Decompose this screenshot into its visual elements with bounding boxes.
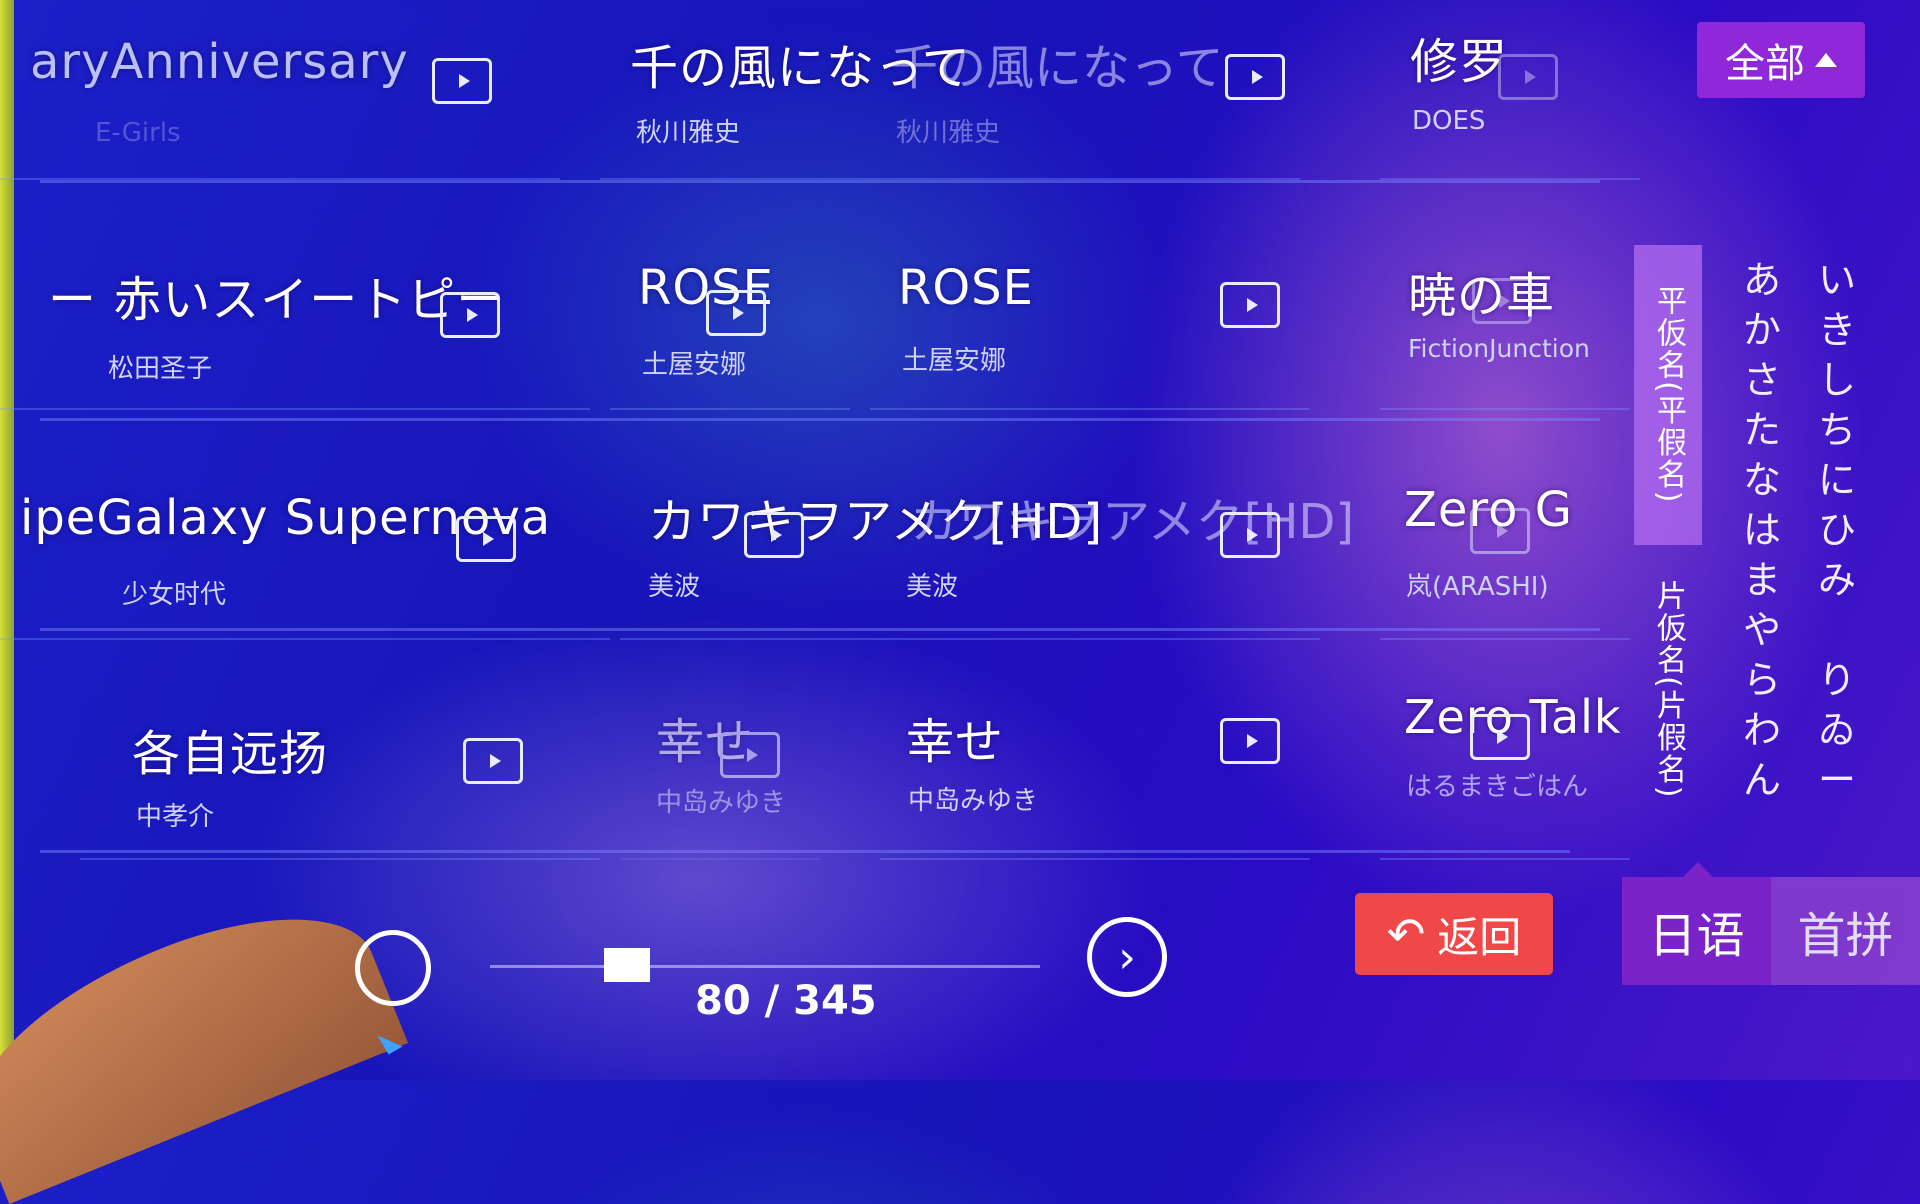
kana-index-item[interactable]: ん — [1743, 755, 1781, 805]
tab-katakana[interactable]: 片仮名(片假名) — [1634, 560, 1702, 820]
play-icon[interactable] — [1220, 282, 1280, 328]
kana-index-item[interactable]: ら — [1743, 655, 1781, 705]
row-divider — [40, 418, 1600, 421]
play-icon[interactable] — [1220, 718, 1280, 764]
song-artist-reflection: 秋川雅史 — [896, 118, 1001, 148]
kana-index-item[interactable]: さ — [1743, 355, 1781, 405]
tab-initials[interactable]: 首拼 — [1771, 877, 1920, 985]
song-card[interactable]: 各自远扬 中孝介 — [80, 680, 600, 860]
kana-index-item[interactable]: き — [1818, 305, 1856, 355]
song-artist: 土屋安娜 — [902, 346, 1007, 376]
song-card[interactable]: aryAnniversary E-Girls — [0, 0, 560, 180]
song-title: 修罗 — [1410, 34, 1509, 90]
song-artist: FictionJunction — [1408, 334, 1590, 363]
tab-pointer — [1683, 862, 1713, 877]
song-title: ROSE — [898, 260, 1034, 316]
mode-tabs: 日语 首拼 — [1622, 877, 1920, 985]
play-icon[interactable] — [744, 512, 804, 558]
song-title: 幸せ — [906, 714, 1005, 770]
song-artist: はるまきごはん — [1406, 772, 1589, 802]
song-card[interactable]: 幸せ 中岛みゆき — [880, 680, 1310, 860]
page-slider-thumb[interactable] — [604, 948, 650, 982]
song-artist: 中岛みゆき — [656, 788, 787, 818]
song-card[interactable]: 幸せ 中岛みゆき — [620, 680, 820, 860]
song-card[interactable]: Zero G 岚(ARASHI) — [1380, 460, 1630, 640]
song-artist: 松田圣子 — [108, 354, 213, 384]
kana-index-item[interactable]: い — [1818, 255, 1856, 305]
chevron-right-icon: › — [1118, 931, 1136, 983]
song-card[interactable]: 修罗 DOES — [1380, 0, 1640, 180]
kana-index-item[interactable]: り — [1818, 655, 1856, 705]
play-icon[interactable] — [720, 732, 780, 778]
triangle-up-icon — [1815, 53, 1837, 67]
kana-index-item[interactable]: は — [1743, 505, 1781, 555]
song-artist: 少女时代 — [122, 580, 227, 610]
song-artist: 美波 — [906, 572, 959, 602]
song-artist: E-Girls — [95, 118, 181, 148]
play-icon[interactable] — [440, 292, 500, 338]
song-artist: DOES — [1412, 106, 1486, 136]
play-icon[interactable] — [432, 58, 492, 104]
return-arrow-icon: ↶ — [1386, 907, 1426, 961]
kana-index-item[interactable]: わ — [1743, 705, 1781, 755]
play-icon[interactable] — [1472, 278, 1532, 324]
song-card[interactable]: ROSE 土屋安娜 — [870, 230, 1310, 410]
kana-index-item[interactable]: に — [1818, 455, 1856, 505]
song-card[interactable]: 暁の車 FictionJunction — [1380, 230, 1630, 410]
back-button[interactable]: ↶ 返回 — [1355, 893, 1553, 975]
page-indicator: 80 / 345 — [695, 978, 877, 1024]
play-icon[interactable] — [456, 516, 516, 562]
song-card[interactable]: 千の風になって 千の風になって 秋川雅史 秋川雅史 — [600, 0, 1300, 180]
play-icon[interactable] — [1470, 714, 1530, 760]
kana-index-item[interactable]: た — [1743, 405, 1781, 455]
song-card[interactable]: Zero Talk はるまきごはん — [1380, 680, 1630, 860]
kana-index-item[interactable] — [1831, 605, 1843, 655]
tab-hiragana[interactable]: 平仮名(平假名) — [1634, 245, 1702, 545]
song-artist: 秋川雅史 — [636, 118, 741, 148]
song-artist: 中岛みゆき — [908, 786, 1039, 816]
play-icon[interactable] — [1470, 508, 1530, 554]
play-icon[interactable] — [1225, 54, 1285, 100]
kana-index-item[interactable]: あ — [1743, 255, 1781, 305]
prev-page-button[interactable] — [355, 930, 431, 1006]
kana-index-item[interactable]: ゐ — [1818, 705, 1856, 755]
kana-index-item[interactable]: か — [1743, 305, 1781, 355]
song-title: ー 赤いスイートピー — [48, 272, 506, 328]
row-divider — [40, 180, 1600, 183]
song-title-reflection: カワキヲアメク[HD] — [910, 494, 1355, 550]
song-card[interactable]: カワキヲアメク[HD] カワキヲアメク[HD] 美波 美波 — [620, 460, 1354, 640]
song-title: aryAnniversary — [30, 34, 409, 90]
kana-index-item[interactable]: し — [1818, 355, 1856, 405]
tab-japanese[interactable]: 日语 — [1622, 877, 1771, 985]
song-card[interactable]: ipeGalaxy Supernova 少女时代 — [0, 460, 610, 640]
play-icon[interactable] — [1220, 512, 1280, 558]
kana-column: いきしちにひみ りゐー — [1810, 255, 1864, 805]
kana-index-item[interactable]: ー — [1818, 755, 1856, 805]
page-slider-track[interactable] — [490, 965, 1040, 968]
kana-index-item[interactable]: ま — [1743, 555, 1781, 605]
song-artist: 岚(ARASHI) — [1406, 572, 1549, 602]
song-title: 各自远扬 — [132, 726, 329, 782]
play-icon[interactable] — [706, 290, 766, 336]
back-label: 返回 — [1437, 912, 1522, 962]
song-artist: 美波 — [648, 572, 701, 602]
kana-index-item[interactable]: な — [1743, 455, 1781, 505]
play-icon[interactable] — [463, 738, 523, 784]
user-finger — [0, 876, 409, 1204]
kana-index-item[interactable]: ひ — [1818, 505, 1856, 555]
song-card[interactable]: ー 赤いスイートピー 松田圣子 — [0, 230, 590, 410]
next-page-button[interactable]: › — [1087, 917, 1167, 997]
song-artist: 土屋安娜 — [642, 350, 747, 380]
kana-index-item[interactable]: や — [1743, 605, 1781, 655]
song-title-reflection: 千の風になって — [890, 40, 1224, 96]
song-card[interactable]: ROSE 土屋安娜 — [610, 230, 850, 410]
kana-index-item[interactable]: み — [1818, 555, 1856, 605]
song-artist: 中孝介 — [136, 802, 215, 832]
filter-all-label: 全部 — [1725, 41, 1805, 87]
kana-index-item[interactable]: ち — [1818, 405, 1856, 455]
kana-column: あかさたなはまやらわん — [1735, 255, 1789, 805]
play-icon[interactable] — [1498, 54, 1558, 100]
filter-all-button[interactable]: 全部 — [1697, 22, 1865, 98]
